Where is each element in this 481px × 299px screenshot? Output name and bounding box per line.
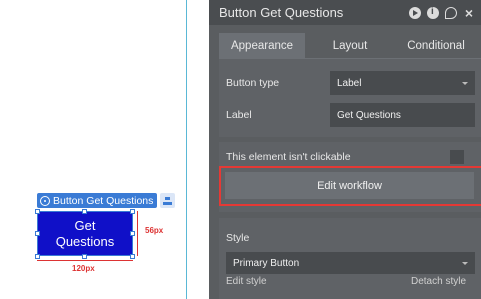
close-icon[interactable]: × (463, 6, 475, 20)
label-value: Get Questions (337, 109, 401, 121)
resize-handle-br[interactable] (130, 254, 135, 259)
chevron-down-icon (462, 262, 468, 265)
width-dimension-line (37, 260, 133, 261)
not-clickable-checkbox[interactable] (450, 150, 464, 164)
button-text: Get Questions (55, 217, 115, 249)
resize-handle-r[interactable] (130, 231, 135, 236)
label-input[interactable]: Get Questions (330, 103, 475, 127)
canvas-page-boundary (186, 0, 187, 299)
panel-title: Button Get Questions (219, 5, 344, 20)
play-icon[interactable] (409, 6, 421, 19)
selection-label-text: Button Get Questions (53, 194, 154, 207)
comment-icon[interactable] (445, 6, 457, 19)
tab-layout[interactable]: Layout (317, 33, 383, 58)
info-icon[interactable] (427, 6, 439, 19)
resize-handle-b[interactable] (82, 254, 87, 259)
chevron-down-icon (462, 82, 468, 85)
selection-label[interactable]: Button Get Questions (37, 193, 158, 208)
tab-appearance[interactable]: Appearance (219, 33, 305, 58)
hierarchy-icon[interactable] (160, 193, 175, 208)
resize-handle-tl[interactable] (35, 209, 40, 214)
button-type-dropdown[interactable]: Label (330, 71, 475, 95)
panel-tabs: Appearance Layout Conditional (219, 33, 481, 58)
height-dimension-line (137, 211, 138, 256)
width-dimension: 120px (72, 264, 95, 273)
get-questions-button[interactable]: Get Questions (37, 211, 133, 256)
style-label: Style (226, 232, 250, 244)
style-dropdown[interactable]: Primary Button (226, 252, 475, 274)
resize-handle-bl[interactable] (35, 254, 40, 259)
element-icon (40, 195, 50, 206)
resize-handle-l[interactable] (35, 231, 40, 236)
resize-handle-t[interactable] (82, 209, 87, 214)
property-editor: Button Get Questions × Appearance Layout… (209, 0, 481, 299)
button-type-label: Button type (226, 77, 280, 89)
tab-conditional[interactable]: Conditional (391, 33, 481, 58)
not-clickable-label: This element isn't clickable (226, 151, 351, 163)
panel-header: Button Get Questions × (209, 0, 481, 25)
detach-style-link[interactable]: Detach style (411, 276, 466, 287)
edit-workflow-button[interactable]: Edit workflow (225, 172, 474, 199)
label-label: Label (226, 109, 252, 121)
button-type-value: Label (337, 77, 362, 89)
resize-handle-tr[interactable] (130, 209, 135, 214)
height-dimension: 56px (145, 226, 164, 235)
edit-style-link[interactable]: Edit style (226, 276, 267, 287)
style-value: Primary Button (233, 257, 300, 269)
button-settings-section: Button type Label Label Get Questions (219, 59, 481, 137)
style-section: Style Primary Button Edit style Detach s… (219, 218, 481, 299)
